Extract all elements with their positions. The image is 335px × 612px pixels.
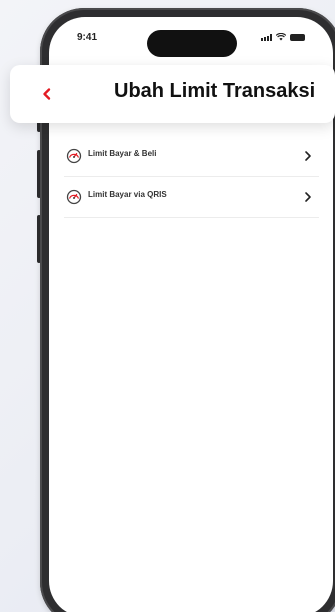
menu-item-label: Limit Bayar & Beli	[88, 149, 157, 158]
battery-icon	[290, 34, 305, 41]
status-time: 9:41	[77, 32, 98, 43]
status-icons	[261, 33, 305, 41]
menu-item-limit-bayar-beli[interactable]: Limit Bayar & Beli	[64, 136, 319, 177]
menu-item-limit-bayar-qris[interactable]: Limit Bayar via QRIS	[64, 177, 319, 218]
speedometer-icon	[66, 148, 82, 164]
page-header: Ubah Limit Transaksi	[10, 65, 335, 123]
back-button[interactable]	[36, 83, 58, 105]
limit-menu-list: Limit Bayar & Beli Limit Bayar via QRIS	[64, 136, 319, 218]
chevron-right-icon	[305, 192, 311, 202]
chevron-right-icon	[305, 151, 311, 161]
signal-icon	[261, 34, 272, 41]
dynamic-island	[147, 30, 237, 57]
menu-item-label: Limit Bayar via QRIS	[88, 190, 167, 199]
speedometer-icon	[66, 189, 82, 205]
status-bar: 9:41	[49, 17, 333, 67]
page-title: Ubah Limit Transaksi	[114, 80, 316, 102]
wifi-icon	[276, 33, 286, 41]
chevron-left-icon	[43, 88, 51, 100]
